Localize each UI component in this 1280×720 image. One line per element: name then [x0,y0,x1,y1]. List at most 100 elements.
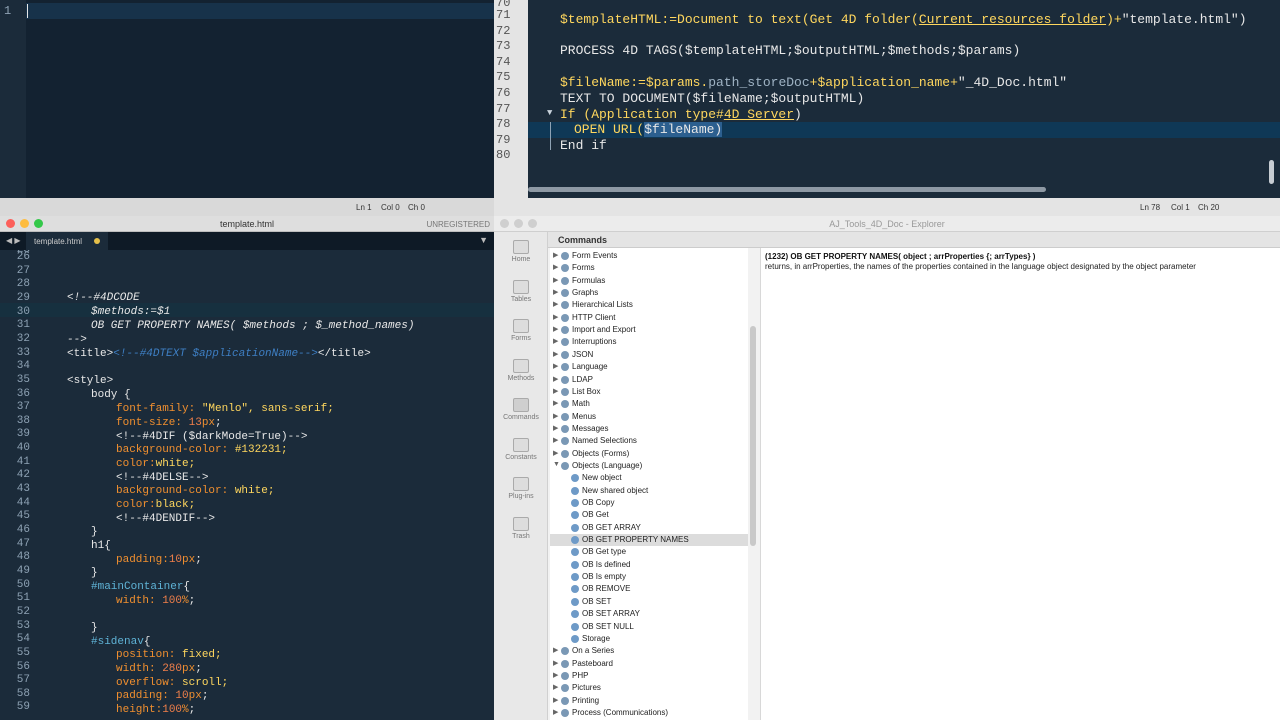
line-number: 30 [16,305,30,318]
chevron-right-icon[interactable]: ▶ [553,671,558,679]
theme-item[interactable]: ▶ Language [550,361,748,373]
collapse-triangle-icon[interactable]: ▼ [547,108,552,118]
chevron-right-icon[interactable]: ▶ [553,350,558,358]
line-number: 40 [16,442,30,455]
command-item[interactable]: OB SET ARRAY [550,608,748,620]
chevron-right-icon[interactable]: ▶ [553,708,558,716]
command-item[interactable]: OB REMOVE [550,583,748,595]
theme-item[interactable]: ▶ On a Series [550,645,748,657]
chevron-right-icon[interactable]: ▶ [553,362,558,370]
theme-item[interactable]: ▼ Objects (Language) [550,460,748,472]
chevron-right-icon[interactable]: ▶ [553,288,558,296]
theme-item[interactable]: ▶ Named Selections [550,435,748,447]
command-item[interactable]: OB Is empty [550,571,748,583]
chevron-right-icon[interactable]: ▶ [553,659,558,667]
chevron-right-icon[interactable]: ▶ [553,399,558,407]
chevron-right-icon[interactable]: ▶ [553,313,558,321]
theme-item[interactable]: ▶ Pictures [550,682,748,694]
trash-icon [513,516,529,531]
sidebar-item-commands[interactable]: Commands [494,398,548,421]
command-item[interactable]: OB Get [550,509,748,521]
theme-item[interactable]: ▶ Messages [550,423,748,435]
chevron-right-icon[interactable]: ▶ [553,276,558,284]
chevron-right-icon[interactable]: ▶ [553,646,558,654]
code-line-71: $templateHTML:=Document to text(Get 4D f… [560,12,1247,27]
sidebar-item-forms[interactable]: Forms [494,319,548,342]
tree-scrollbar[interactable] [750,326,756,546]
chevron-right-icon[interactable]: ▶ [553,696,558,704]
command-item[interactable]: Storage [550,633,748,645]
theme-item[interactable]: ▶ Graphs [550,287,748,299]
theme-item[interactable]: ▶ List Box [550,386,748,398]
window-titlebar: template.html UNREGISTERED [0,216,494,232]
theme-item[interactable]: ▶ Menus [550,411,748,423]
code-line-79: End if [560,138,607,153]
chevron-right-icon[interactable]: ▶ [553,683,558,691]
theme-item[interactable]: ▶ Forms [550,262,748,274]
theme-item[interactable]: ▶ Formulas [550,275,748,287]
commands-tree[interactable]: ▶ Form Events ▶ Forms ▶ Formulas ▶ Graphs ▶ Hiera… [550,248,748,720]
chevron-right-icon[interactable]: ▶ [553,300,558,308]
tab-nav-arrows-icon[interactable]: ◀ ▶ [6,236,21,245]
command-item[interactable]: OB Get type [550,546,748,558]
chevron-down-icon[interactable]: ▼ [553,461,560,468]
tab-dropdown-icon[interactable]: ▼ [479,235,488,245]
command-item[interactable]: OB GET PROPERTY NAMES [550,534,748,547]
theme-item[interactable]: ▶ HTTP Client [550,312,748,324]
chevron-right-icon[interactable]: ▶ [553,424,558,432]
code-line: <title><!--#4DTEXT $applicationName--></… [67,348,371,360]
line-number: 57 [16,674,30,687]
sidebar-item-methods[interactable]: Methods [494,358,548,382]
code-area[interactable]: $templateHTML:=Document to text(Get 4D f… [528,0,1280,198]
horizontal-scrollbar[interactable] [528,187,1046,192]
code-line: padding: 10px; [116,690,209,702]
theme-item[interactable]: ▶ JSON [550,349,748,361]
status-line: Ln 1 [356,203,372,212]
theme-item[interactable]: ▶ Pasteboard [550,658,748,670]
vertical-scrollbar[interactable] [1269,160,1274,184]
chevron-right-icon[interactable]: ▶ [553,412,558,420]
line-number: 1 [4,4,12,18]
command-item[interactable]: New object [550,472,748,484]
chevron-right-icon[interactable]: ▶ [553,337,558,345]
theme-item[interactable]: ▶ PHP [550,670,748,682]
theme-item[interactable]: ▶ Process (Communications) [550,707,748,719]
theme-icon [561,424,569,433]
tree-item-label: New object [582,473,622,483]
command-item[interactable]: OB GET ARRAY [550,522,748,534]
chevron-right-icon[interactable]: ▶ [553,387,558,395]
command-item[interactable]: OB Copy [550,497,748,509]
methods-icon [513,358,529,373]
theme-item[interactable]: ▶ LDAP [550,374,748,386]
chevron-right-icon[interactable]: ▶ [553,325,558,333]
command-description: returns, in arrProperties, the names of … [765,262,1196,271]
command-item[interactable]: OB SET [550,596,748,608]
tab-template-html[interactable]: template.html [26,232,108,250]
theme-item[interactable]: ▶ Form Events [550,250,748,262]
code-line-76: TEXT TO DOCUMENT($fileName;$outputHTML) [560,91,865,106]
empty-editor-pane[interactable]: 1 Ln 1 Col 0 Ch 0 [0,0,494,216]
line-number: 28 [16,278,30,291]
chevron-right-icon[interactable]: ▶ [553,449,558,457]
sidebar-item-tables[interactable]: Tables [494,279,548,303]
sidebar-item-home[interactable]: Home [494,240,548,263]
command-item[interactable]: OB SET NULL [550,621,748,633]
sidebar-item-trash[interactable]: Trash [494,516,548,540]
chevron-right-icon[interactable]: ▶ [553,375,558,383]
theme-item[interactable]: ▶ Objects (Forms) [550,448,748,460]
chevron-right-icon[interactable]: ▶ [553,251,558,259]
line-number: 45 [16,510,30,523]
chevron-right-icon[interactable]: ▶ [553,436,558,444]
command-item[interactable]: OB Is defined [550,559,748,571]
theme-item[interactable]: ▶ Interruptions [550,336,748,348]
method-editor-pane[interactable]: 70 71 72 73 74 75 76 77 78 79 80 $templateHTML:=Do… [494,0,1280,216]
chevron-right-icon[interactable]: ▶ [553,263,558,271]
sidebar-item-constants[interactable]: Constants [494,437,548,461]
code-editor[interactable]: <!--#4DCODE $methods:=$1 OB GET PROPERTY… [0,250,494,720]
theme-item[interactable]: ▶ Import and Export [550,324,748,336]
theme-item[interactable]: ▶ Hierarchical Lists [550,299,748,311]
sidebar-item-plugins[interactable]: Plug-ins [494,477,548,500]
theme-item[interactable]: ▶ Math [550,398,748,410]
theme-item[interactable]: ▶ Printing [550,695,748,707]
command-item[interactable]: New shared object [550,485,748,497]
